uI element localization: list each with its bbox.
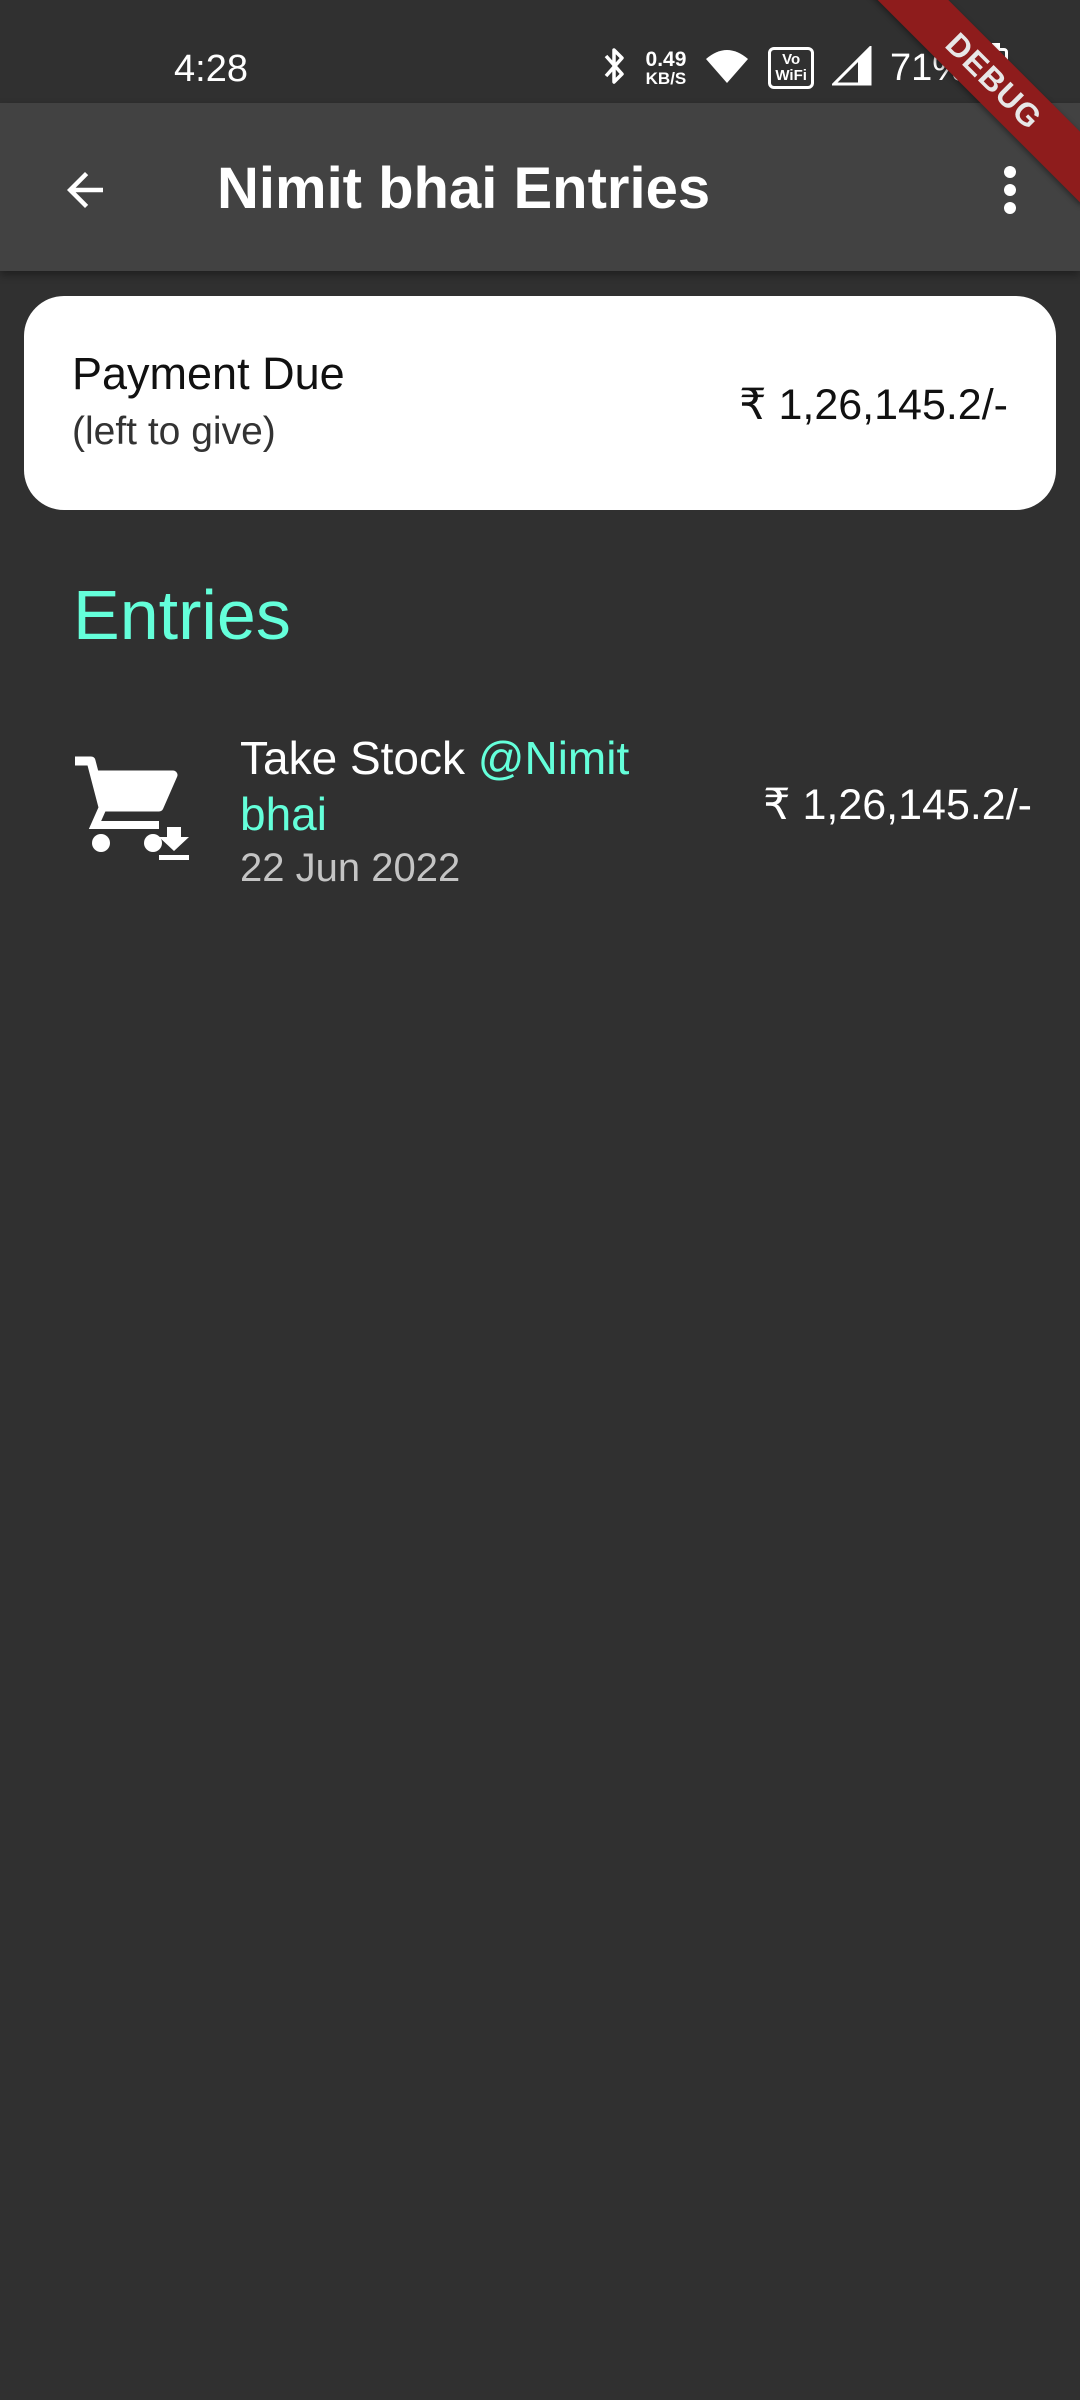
vowifi-bottom: WiFi [775,67,807,84]
page-title: Nimit bhai Entries [217,156,711,221]
back-button[interactable] [50,155,120,225]
bluetooth-icon [600,46,628,91]
entry-date: 22 Jun 2022 [240,846,461,890]
payment-due-title: Payment Due [72,348,345,399]
app-bar: Nimit bhai Entries [0,103,1080,271]
more-vert-icon [1004,166,1016,214]
list-item[interactable]: Take Stock @Nimit bhai 22 Jun 2022 ₹ 1,2… [0,720,1080,900]
vowifi-top: Vo [782,51,801,68]
wifi-icon [704,47,750,90]
entry-text: Take Stock @Nimit bhai 22 Jun 2022 [240,730,680,891]
entries-section-title: Entries [73,576,291,654]
signal-icon [830,43,872,91]
payment-due-amount: ₹ 1,26,145.2/- [739,381,1008,429]
net-speed: 0.49 KB/S [646,49,687,87]
more-options-button[interactable] [980,155,1040,225]
status-time: 4:28 [174,48,248,90]
arrow-back-icon [67,172,103,208]
net-speed-value: 0.49 [645,48,687,71]
entry-amount: ₹ 1,26,145.2/- [763,781,1032,829]
vowifi-icon: Vo WiFi [768,47,814,89]
net-speed-unit: KB/S [645,69,687,88]
payment-due-card: Payment Due (left to give) ₹ 1,26,145.2/… [24,296,1056,510]
payment-due-subtitle: (left to give) [72,410,276,453]
cart-download-icon [73,755,193,865]
entry-description: Take Stock @Nimit bhai [240,730,680,842]
entry-action: Take Stock [240,732,478,784]
